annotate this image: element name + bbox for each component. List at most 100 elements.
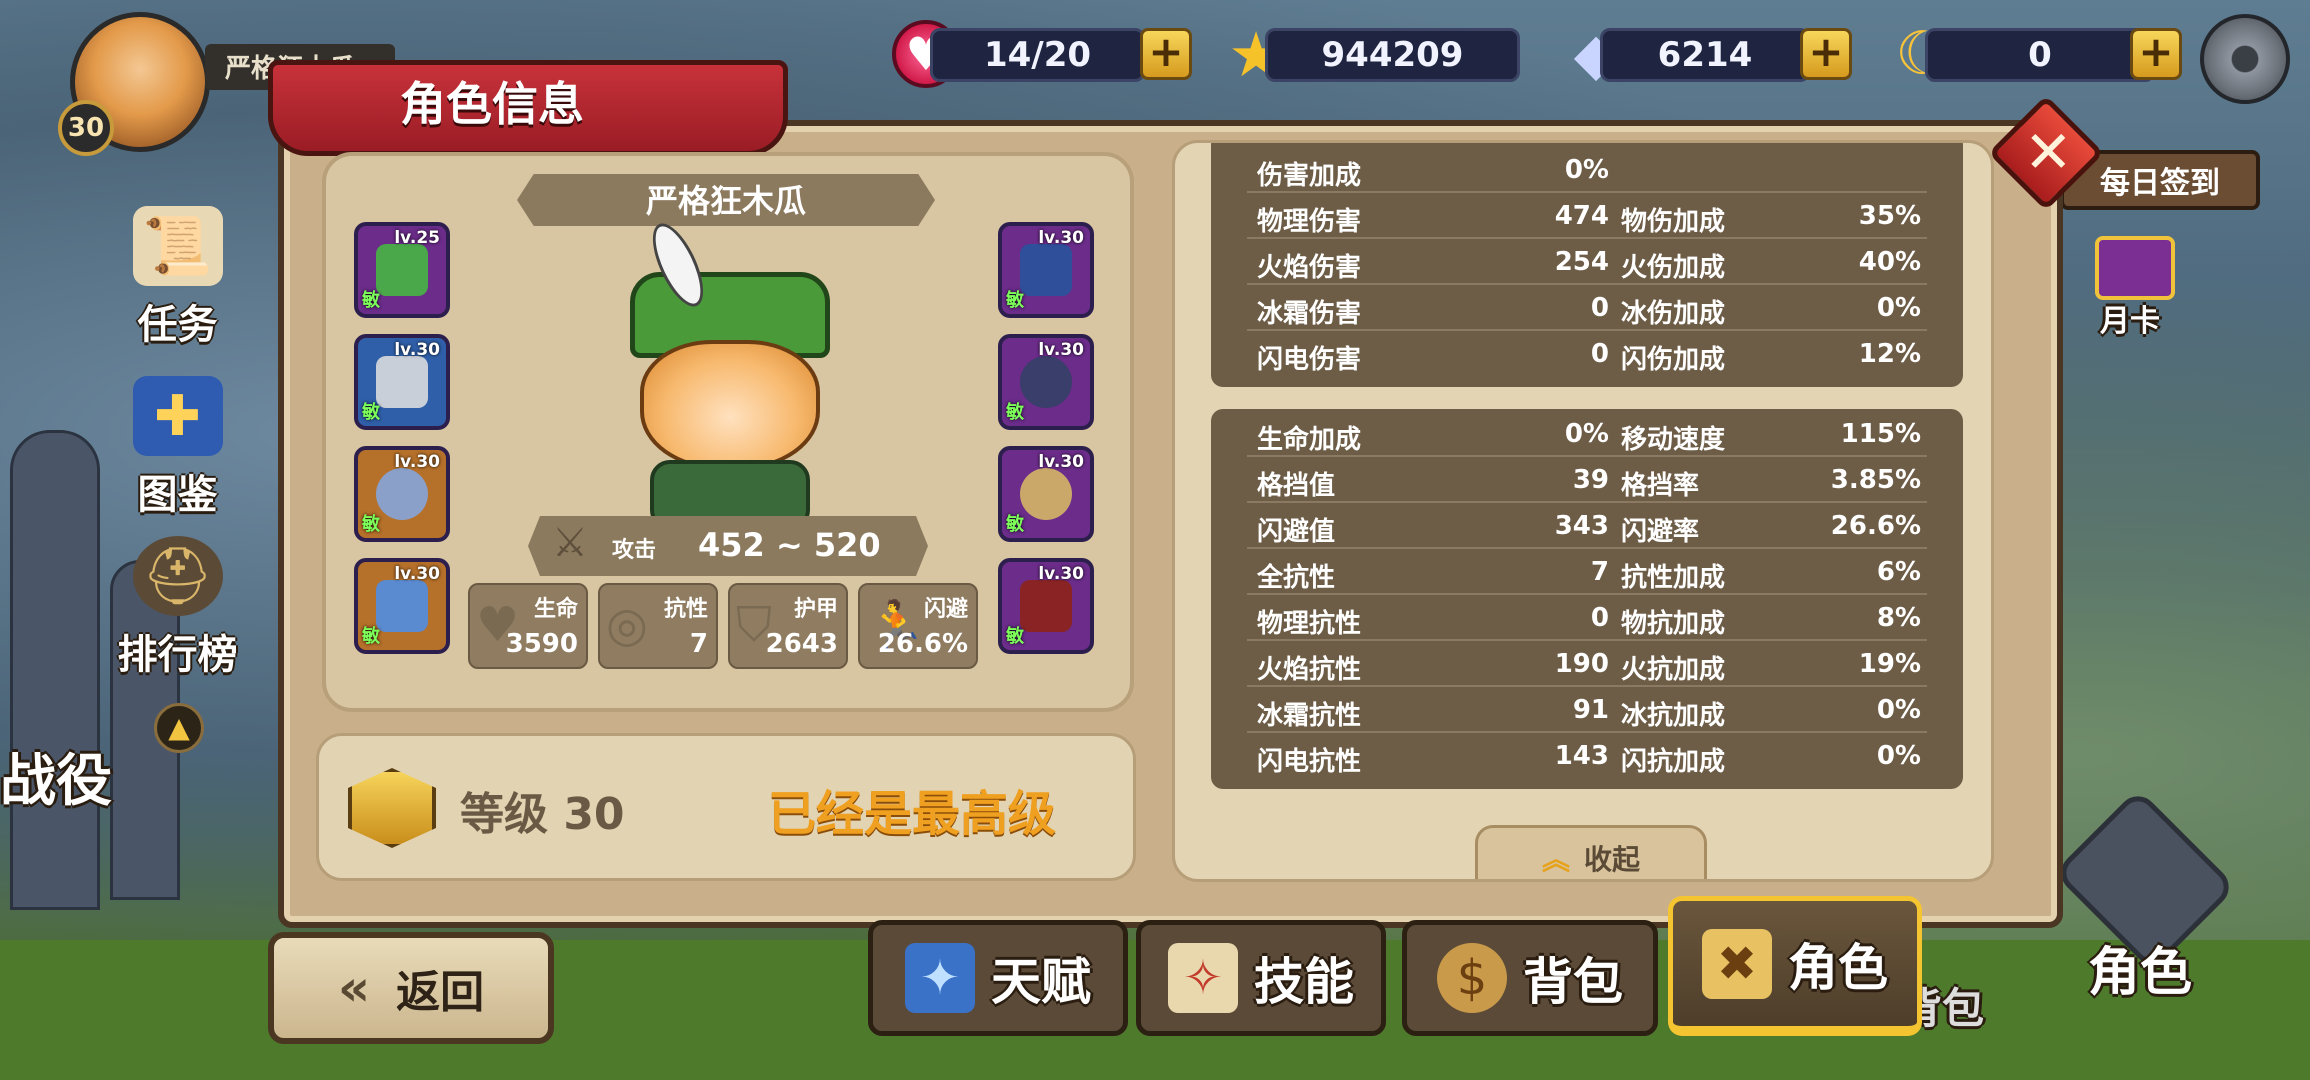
monthly-card-icon[interactable] [2095,236,2175,300]
talent-book-icon: ✦ [905,943,975,1013]
gear-icon[interactable] [2200,14,2290,104]
quest-label: 任务 [137,302,218,348]
weapon-icon [1020,580,1072,632]
stat-name: 全抗性 [1257,563,1336,593]
tab-bag[interactable]: $ 背包 [1402,920,1658,1036]
bag-icon: $ [1437,943,1507,1013]
stat-value: 0 [1590,603,1609,633]
equip-slot-ring[interactable]: lv.30 敏 [354,446,450,542]
stat-value: 143 [1554,741,1609,771]
damage-stats-block: 伤害加成 0% 物理伤害 474 物伤加成 35% 火焰伤害 254 火伤加成 40% 冰霜伤… [1211,143,1963,387]
scroll-icon: 📜 [132,206,223,286]
add-moons-button[interactable]: + [2130,28,2182,80]
equip-slot-chest[interactable]: lv.30 敏 [998,222,1094,318]
stat-name: 火焰抗性 [1257,655,1362,685]
stat-name: 伤害加成 [1257,161,1362,191]
equip-level: lv.25 [394,228,440,248]
stat-name: 物理伤害 [1257,207,1362,237]
tab-role[interactable]: ✖ 角色 [1668,896,1922,1036]
stat-value: 115% [1840,419,1921,449]
stat-name: 火焰伤害 [1257,253,1362,283]
stat-row: 闪电抗性 143 闪抗加成 0% [1211,733,1963,779]
equip-level: lv.30 [1038,564,1084,584]
equip-level: lv.30 [394,340,440,360]
stat-name: 火抗加成 [1621,655,1726,685]
stat-name: 物理抗性 [1257,609,1362,639]
stat-value: 0% [1876,293,1921,323]
equip-level: lv.30 [1038,340,1084,360]
equip-slot-amulet[interactable]: lv.30 敏 [354,558,450,654]
equip-level: lv.30 [394,452,440,472]
stat-value: 0% [1876,741,1921,771]
collapse-label: 收起 [1584,843,1641,876]
ranking-menu-button[interactable]: ⛑ 排行榜 [110,530,245,680]
quest-menu-button[interactable]: 📜 任务 [110,190,245,350]
dodge-stat: 🏃 闪避 26.6% [858,583,978,669]
monthly-card-label: 月卡 [2100,304,2160,339]
equip-slot-armor[interactable]: lv.30 敏 [354,334,450,430]
dodge-stat-label: 闪避 [923,597,968,622]
equip-slot-hat[interactable]: lv.25 敏 [354,222,450,318]
chest-icon [1020,244,1072,296]
stat-name: 冰霜伤害 [1257,299,1362,329]
back-arrow-icon: « [337,959,371,1017]
crossed-gloves-icon: ✖ [1702,928,1772,999]
stat-row: 全抗性 7 抗性加成 6% [1211,549,1963,595]
stat-value: 8% [1876,603,1921,633]
stat-value: 474 [1554,201,1609,231]
chevron-up-icon: ︽ [1541,843,1570,876]
stat-value: 19% [1858,649,1921,679]
player-level-badge: 30 [58,100,114,156]
tab-skill[interactable]: ✧ 技能 [1136,920,1386,1036]
stat-value: 190 [1554,649,1609,679]
codex-menu-button[interactable]: ✚ 图鉴 [110,360,245,520]
armor-icon [376,356,428,408]
collapse-button[interactable]: ︽ 收起 [1475,825,1707,879]
ranking-label: 排行榜 [117,632,238,678]
equip-level: lv.30 [1038,228,1084,248]
stat-row: 闪避值 343 闪避率 26.6% [1211,503,1963,549]
castle-tower [10,430,100,910]
tab-talent[interactable]: ✦ 天赋 [868,920,1128,1036]
campaign-label[interactable]: 战役 [0,736,112,817]
hat-icon [376,244,428,296]
hero-name: 严格狂木瓜 [645,182,806,220]
attack-label: 攻击 [612,538,657,563]
stat-row: 火焰伤害 254 火伤加成 40% [1211,239,1963,285]
hp-stat-label: 生命 [533,597,578,622]
equip-slot-necklace[interactable]: lv.30 敏 [998,334,1094,430]
necklace-icon [1020,356,1072,408]
stat-value: 0% [1564,155,1609,185]
collapse-menu-button[interactable]: ▲ [154,703,204,753]
equip-tag: 敏 [1006,290,1024,311]
stat-value: 39 [1572,465,1609,495]
stat-value: 7 [1590,557,1609,587]
stat-name: 移动速度 [1621,425,1726,455]
stat-name: 火伤加成 [1621,253,1726,283]
resist-stat-label: 抗性 [663,597,708,622]
stat-name: 闪避值 [1257,517,1336,547]
add-diamonds-button[interactable]: + [1800,28,1852,80]
stat-name: 抗性加成 [1621,563,1726,593]
skill-scroll-icon: ✧ [1168,943,1238,1013]
sword-icon: ⚔ [552,520,588,566]
stat-name: 闪伤加成 [1621,345,1726,375]
stat-value: 0% [1876,695,1921,725]
armor-stat-label: 护甲 [793,597,838,622]
tab-talent-label: 天赋 [991,953,1091,1011]
stat-value: 3.85% [1830,465,1921,495]
stat-name: 格挡率 [1621,471,1700,501]
helmet-icon: ⛑ [132,536,223,616]
attribute-details-box: 伤害加成 0% 物理伤害 474 物伤加成 35% 火焰伤害 254 火伤加成 40% 冰霜伤… [1172,140,1994,882]
equip-slot-weapon[interactable]: lv.30 敏 [998,558,1094,654]
max-level-text: 已经是最高级 [768,786,1057,842]
equip-tag: 敏 [362,626,380,647]
defense-stats-block: 生命加成 0% 移动速度 115% 格挡值 39 格挡率 3.85% 闪避值 343 闪避率 26… [1211,409,1963,789]
back-button[interactable]: « 返回 [268,932,554,1044]
add-stamina-button[interactable]: + [1140,28,1192,80]
equip-tag: 敏 [362,514,380,535]
armor-stat: ⛉ 护甲 2643 [728,583,848,669]
equip-slot-ring-2[interactable]: lv.30 敏 [998,446,1094,542]
stat-value: 6% [1876,557,1921,587]
equip-tag: 敏 [1006,626,1024,647]
